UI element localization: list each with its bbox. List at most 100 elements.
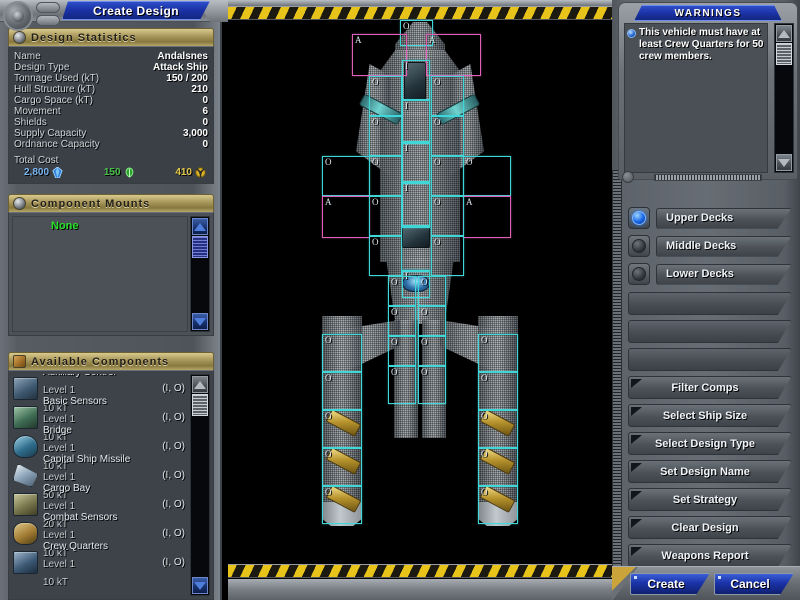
slot-cell: O — [388, 306, 416, 336]
page-title: Create Design — [93, 4, 179, 18]
weapons-report-button[interactable]: Weapons Report — [628, 544, 792, 567]
capital-ship-missile-icon — [13, 464, 38, 487]
component-position: (I, O) — [162, 499, 188, 510]
set-strategy-button[interactable]: Set Strategy — [628, 488, 792, 511]
stat-label: Tonnage Used (kT) — [14, 73, 99, 84]
available-components-header: Available Components — [8, 352, 214, 370]
ship-design-viewport[interactable]: O A A O O I O O I O O O O I A A O O I O … — [228, 0, 612, 600]
component-mounts-list[interactable]: None — [12, 216, 188, 332]
crew-quarters-icon — [13, 551, 38, 574]
scrollbar-thumb[interactable] — [192, 236, 208, 258]
stat-row: Shields 0 — [14, 117, 208, 128]
component-name: Capital Ship Missile — [43, 454, 130, 465]
button-label: Set Strategy — [673, 494, 737, 506]
pill-button-icon[interactable] — [36, 15, 60, 26]
deck-option-lower[interactable]: Lower Decks — [628, 262, 792, 286]
component-position: (I, O) — [162, 470, 188, 481]
clear-design-button[interactable]: Clear Design — [628, 516, 792, 539]
stat-label: Name — [14, 51, 41, 62]
armor-slot-cell: A — [352, 34, 407, 76]
scroll-down-button[interactable] — [776, 154, 792, 171]
design-statistics-title: Design Statistics — [31, 32, 137, 44]
list-item[interactable]: Crew Quarters Level 1 10 kT (I, O) — [12, 548, 188, 577]
slot-cell: O — [369, 116, 402, 156]
scrollbar-thumb[interactable] — [776, 43, 792, 65]
empire-emblem-icon[interactable] — [3, 1, 33, 31]
armor-slot-cell: A — [426, 34, 481, 76]
radio-upper-decks-icon[interactable] — [628, 207, 650, 229]
crate-cube-icon — [13, 355, 26, 368]
slot-cell: O — [388, 276, 416, 306]
pill-button-icon[interactable] — [36, 2, 60, 13]
warnings-knob-icon[interactable] — [622, 171, 634, 183]
bridge-icon — [13, 435, 38, 458]
warnings-footer-bar — [654, 174, 762, 181]
stat-value: 0 — [202, 95, 208, 106]
component-mounts-scrollbar[interactable] — [190, 216, 210, 332]
stat-value: 150 / 200 — [166, 73, 208, 84]
button-label: Set Design Name — [660, 466, 750, 478]
ship-blueprint[interactable]: O A A O O I O O I O O O O I A A O O I O … — [228, 20, 612, 565]
stat-label: Design Type — [14, 62, 69, 73]
scroll-up-button[interactable] — [192, 376, 208, 393]
select-ship-size-button[interactable]: Select Ship Size — [628, 404, 792, 427]
stat-row: Hull Structure (kT) 210 — [14, 84, 208, 95]
radio-middle-decks-icon[interactable] — [628, 235, 650, 257]
design-statistics-header: Design Statistics — [8, 28, 214, 46]
slot-cell: I — [402, 142, 430, 182]
stat-value: 3,000 — [183, 128, 208, 139]
component-name: Combat Sensors — [43, 512, 117, 523]
stat-label: Supply Capacity — [14, 128, 86, 139]
slot-cell: O — [478, 372, 518, 410]
cost-amount: 150 — [104, 167, 121, 178]
basic-sensors-icon — [13, 406, 38, 429]
hazard-stripe-top — [228, 6, 612, 20]
deck-label: Upper Decks — [657, 212, 733, 224]
slot-cell: O — [478, 334, 518, 372]
cancel-button[interactable]: Cancel — [714, 573, 794, 595]
stat-label: Shields — [14, 117, 47, 128]
scroll-up-button[interactable] — [776, 25, 792, 42]
deck-option-middle[interactable]: Middle Decks — [628, 234, 792, 258]
scrollbar-thumb[interactable] — [192, 394, 208, 416]
stat-row: Ordnance Capacity 0 — [14, 139, 208, 150]
create-button[interactable]: Create — [630, 573, 710, 595]
warnings-panel: WARNINGS This vehicle must have at least… — [618, 2, 798, 180]
slot-cell: O — [431, 236, 464, 276]
installed-mid-component[interactable] — [402, 226, 430, 248]
deck-label: Lower Decks — [657, 268, 734, 280]
scroll-down-button[interactable] — [192, 313, 208, 330]
slot-cell: O — [369, 76, 402, 116]
slot-cell: I — [402, 60, 430, 100]
scroll-down-button[interactable] — [192, 577, 208, 594]
select-design-type-button[interactable]: Select Design Type — [628, 432, 792, 455]
warnings-list[interactable]: This vehicle must have at least Crew Qua… — [624, 23, 768, 173]
slot-cell: O — [478, 448, 518, 486]
slot-cell: O — [369, 236, 402, 276]
scroll-up-button[interactable] — [192, 218, 208, 235]
available-components-scrollbar[interactable] — [190, 374, 210, 596]
stat-value: 6 — [202, 106, 208, 117]
radio-lower-decks-icon[interactable] — [628, 263, 650, 285]
deck-option-upper[interactable]: Upper Decks — [628, 206, 792, 230]
warnings-scrollbar[interactable] — [774, 23, 794, 173]
slot-cell: O — [369, 196, 402, 236]
available-components-list[interactable]: Auxiliary Control Level 1 10 kT (I, O) B… — [12, 374, 188, 596]
warnings-title: WARNINGS — [675, 8, 742, 19]
stat-row: Movement 6 — [14, 106, 208, 117]
set-design-name-button[interactable]: Set Design Name — [628, 460, 792, 483]
slot-cell: I — [402, 100, 430, 142]
slot-cell: O — [478, 410, 518, 448]
grid-line — [402, 226, 430, 228]
cost-amount: 410 — [175, 167, 192, 178]
component-mounts-panel: Component Mounts None — [8, 194, 214, 336]
slot-cell: O — [478, 486, 518, 524]
available-components-panel: Available Components Auxiliary Control L… — [8, 352, 214, 600]
filter-comps-button[interactable]: Filter Comps — [628, 376, 792, 399]
radioactive-atom-icon — [195, 167, 206, 178]
slot-cell: O — [322, 448, 362, 486]
available-components-title: Available Components — [31, 356, 169, 368]
component-name: Bridge — [43, 425, 72, 436]
slot-cell: O — [322, 372, 362, 410]
slot-cell: O — [431, 116, 464, 156]
